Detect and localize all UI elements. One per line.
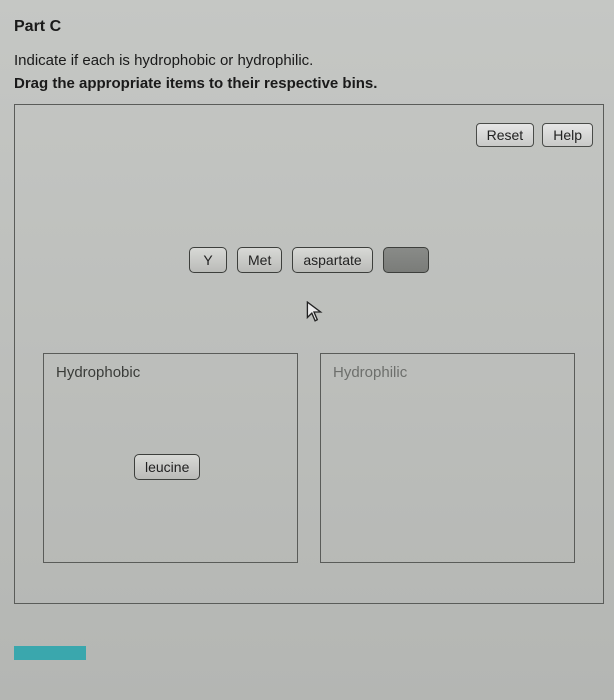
part-title: Part C [14, 18, 604, 36]
selection-highlight [14, 646, 86, 660]
bin-hydrophilic-title: Hydrophilic [333, 364, 407, 381]
drag-item-leucine[interactable]: leucine [134, 454, 200, 480]
drag-item-y[interactable]: Y [189, 247, 227, 273]
bins-container: Hydrophobic leucine Hydrophilic [43, 353, 575, 563]
drag-item-blank[interactable] [383, 247, 429, 273]
bin-hydrophilic[interactable]: Hydrophilic [320, 353, 575, 563]
question-prompt: Indicate if each is hydrophobic or hydro… [14, 52, 604, 69]
bin-hydrophobic[interactable]: Hydrophobic leucine [43, 353, 298, 563]
drag-item-aspartate[interactable]: aspartate [292, 247, 372, 273]
reset-button[interactable]: Reset [476, 123, 535, 147]
workspace-toolbar: Reset Help [476, 123, 593, 147]
exercise-page: Part C Indicate if each is hydrophobic o… [0, 0, 614, 700]
cursor-icon [305, 301, 323, 328]
drag-item-met[interactable]: Met [237, 247, 282, 273]
draggable-items-row: Y Met aspartate [189, 247, 429, 273]
drag-drop-workspace: Reset Help Y Met aspartate Hydrophobic l… [14, 104, 604, 604]
bin-hydrophobic-title: Hydrophobic [56, 364, 140, 381]
help-button[interactable]: Help [542, 123, 593, 147]
drag-instruction: Drag the appropriate items to their resp… [14, 75, 604, 92]
